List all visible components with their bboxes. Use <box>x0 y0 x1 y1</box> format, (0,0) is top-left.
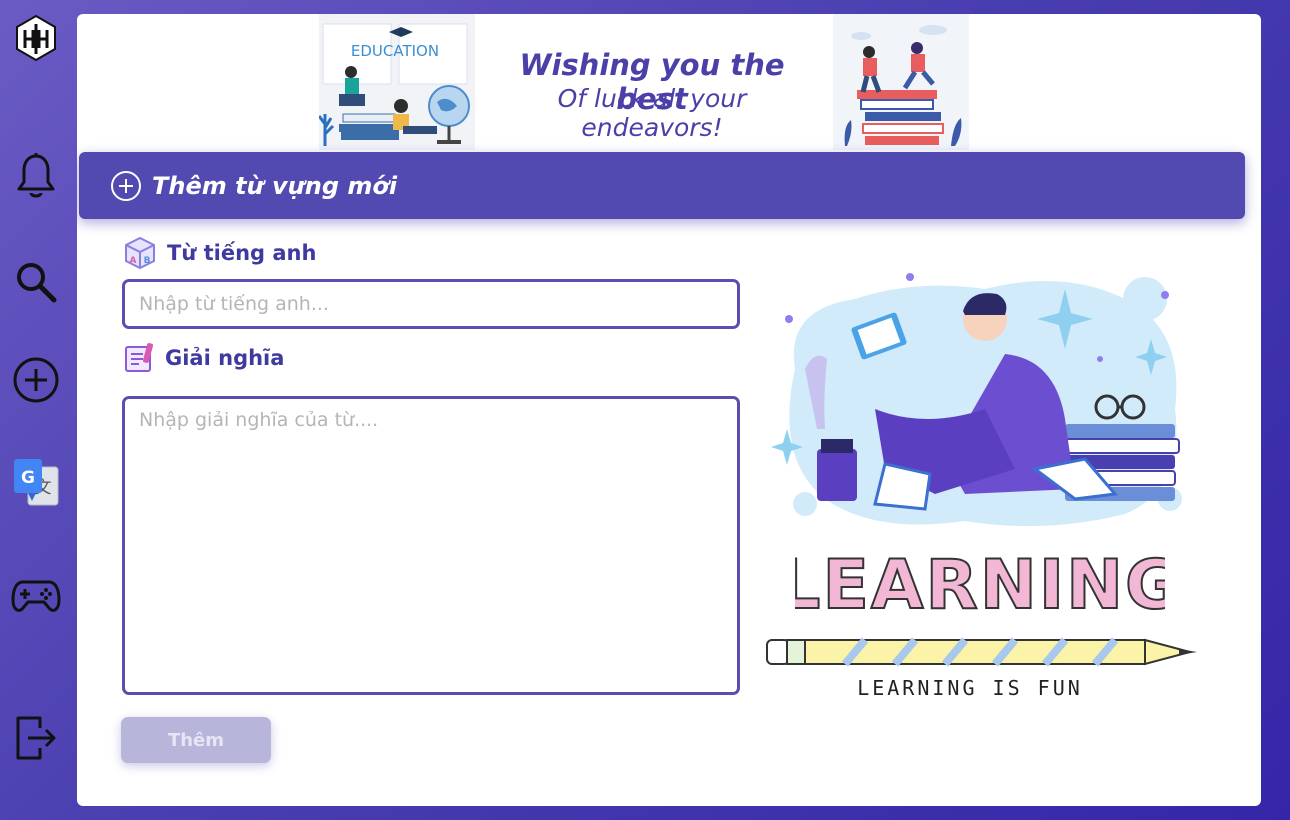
gamepad-icon[interactable] <box>10 570 62 622</box>
alphabet-cube-icon: A B <box>125 236 155 270</box>
education-text: EDUCATION <box>351 42 439 60</box>
word-label: Từ tiếng anh <box>167 241 317 265</box>
main-panel: EDUCATION Wishing you the best Of luck a… <box>77 14 1261 806</box>
meaning-label: Giải nghĩa <box>165 346 285 370</box>
svg-text:G: G <box>21 468 35 488</box>
add-circle-icon[interactable] <box>10 354 62 406</box>
svg-text:A: A <box>130 256 137 266</box>
add-vocab-header: Thêm từ vựng mới <box>79 152 1245 219</box>
add-button[interactable]: Thêm <box>121 717 271 763</box>
word-label-row: A B Từ tiếng anh <box>123 236 316 270</box>
bell-icon[interactable] <box>10 150 62 202</box>
logout-icon[interactable] <box>10 712 62 764</box>
svg-text:B: B <box>144 256 151 266</box>
learning-caption: LEARNING IS FUN <box>857 676 1083 700</box>
sidebar: 文 G <box>0 0 76 820</box>
google-translate-icon[interactable]: 文 G <box>10 456 62 508</box>
notebook-icon <box>125 343 154 372</box>
page-title: Thêm từ vựng mới <box>152 171 398 200</box>
banner-wish-line2: Of luck all your endeavors! <box>557 84 747 142</box>
learning-illustration <box>765 259 1205 534</box>
meaning-textarea[interactable] <box>122 396 740 695</box>
learning-word-art: LEARNING <box>776 542 1182 626</box>
meaning-label-row: Giải nghĩa <box>123 341 284 375</box>
education-banner-image: EDUCATION <box>317 14 475 150</box>
search-icon[interactable] <box>10 256 62 308</box>
english-word-input[interactable] <box>122 279 740 329</box>
pencil-image <box>765 632 1200 672</box>
learning-big-text: LEARNING <box>795 546 1165 622</box>
add-circle-icon <box>111 170 141 201</box>
reading-banner-image <box>833 14 969 150</box>
app-logo[interactable] <box>10 12 62 64</box>
